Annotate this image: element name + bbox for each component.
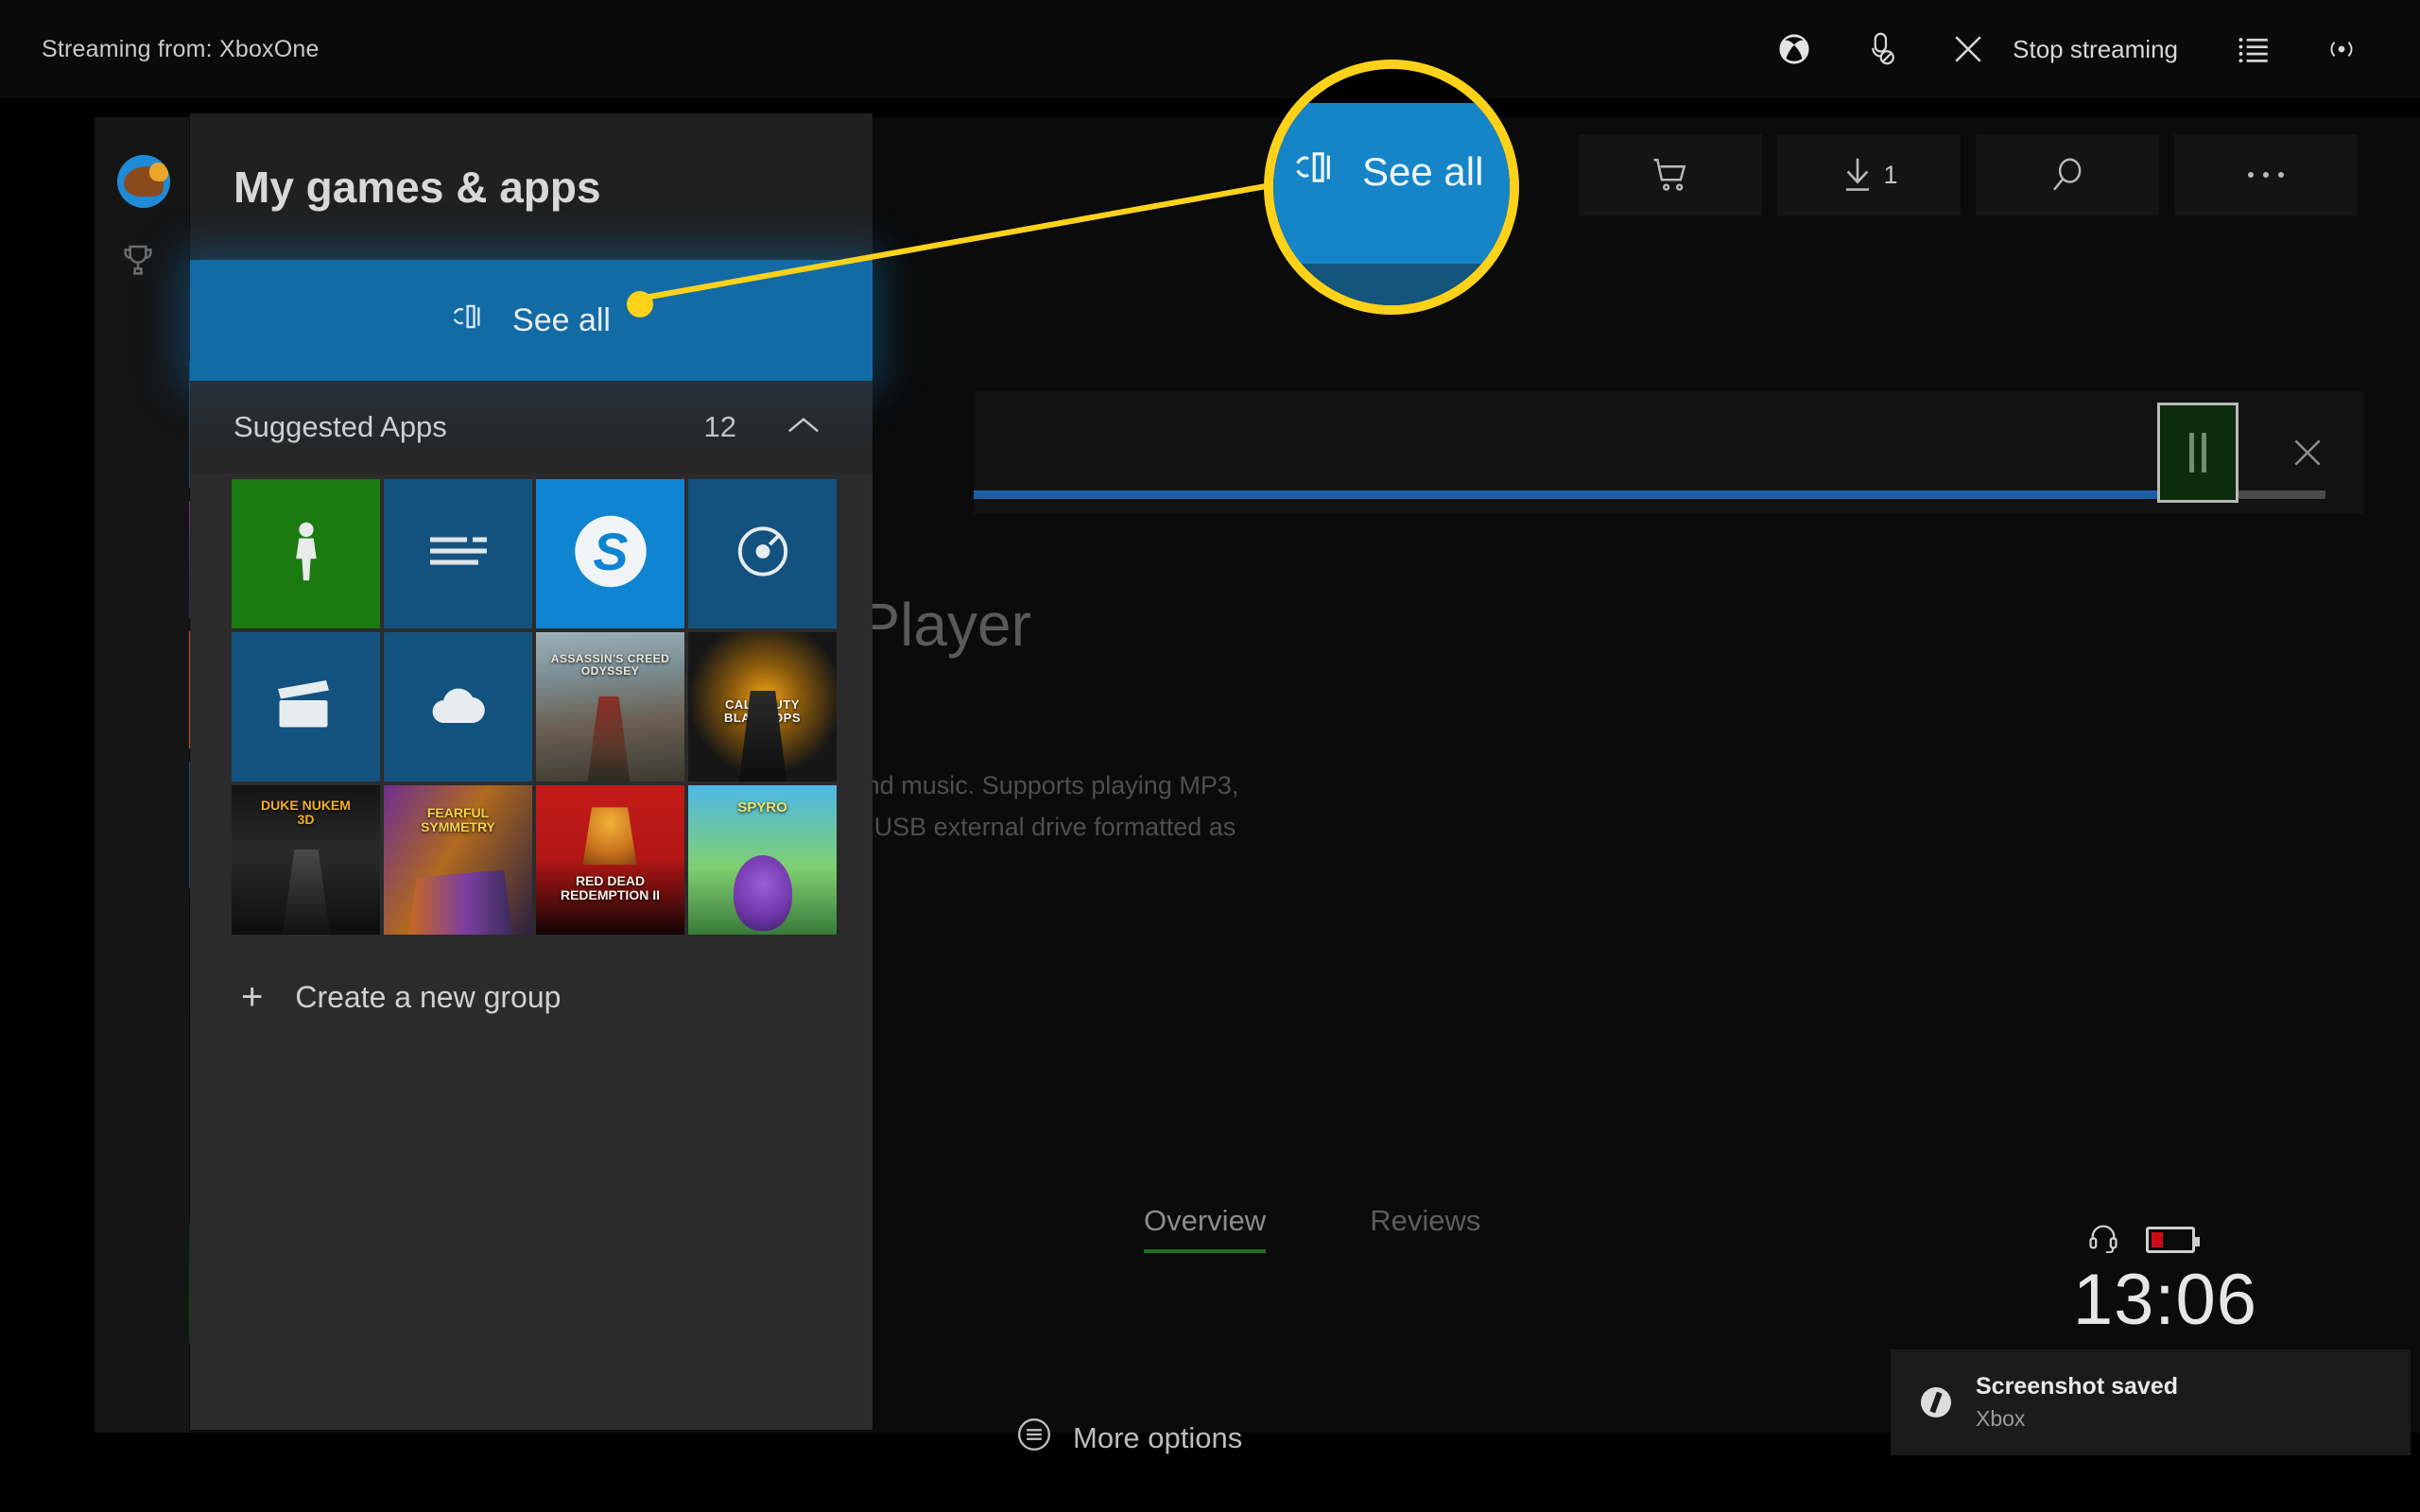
tile-spyro-reignited[interactable]: SPYRO xyxy=(688,785,837,935)
tile-onedrive[interactable] xyxy=(384,632,532,782)
tile-title: FEARFUL SYMMETRY xyxy=(421,805,495,834)
download-progress-strip xyxy=(974,391,2363,514)
download-progress-track xyxy=(974,490,2325,499)
suggested-apps-label: Suggested Apps xyxy=(233,410,447,443)
screen: Streaming from: XboxOne Stop streaming 1… xyxy=(0,0,2420,1512)
broadcast-icon[interactable] xyxy=(2297,0,2386,98)
stop-streaming-button[interactable]: Stop streaming xyxy=(2013,35,2210,64)
plus-icon: + xyxy=(241,976,264,1018)
streaming-bar-actions: Stop streaming xyxy=(1750,0,2386,98)
search-icon[interactable] xyxy=(1976,134,2159,215)
cart-icon[interactable] xyxy=(1579,134,1762,215)
tile-assassins-creed-odyssey[interactable]: ASSASSIN'S CREED ODYSSEY xyxy=(536,632,684,782)
flyout-title: My games & apps xyxy=(233,162,601,212)
battery-low-icon xyxy=(2146,1226,2200,1253)
tile-title: DUKE NUKEM 3D xyxy=(261,798,351,827)
cloud-icon xyxy=(427,684,490,730)
store-action-buttons: 1 xyxy=(1579,134,2358,215)
tab-reviews[interactable]: Reviews xyxy=(1370,1204,1480,1253)
downloads-button[interactable]: 1 xyxy=(1777,134,1961,215)
clock: 13:06 xyxy=(2072,1260,2257,1340)
pause-button[interactable] xyxy=(2157,403,2238,503)
callout-anchor-dot xyxy=(627,291,653,318)
more-options-icon xyxy=(1016,1417,1052,1460)
avatar[interactable] xyxy=(117,155,170,208)
more-options-label: More options xyxy=(1073,1421,1243,1454)
callout-label: See all xyxy=(1362,149,1484,194)
skype-icon: S xyxy=(572,513,649,595)
person-icon xyxy=(287,521,325,588)
flyout-header: My games & apps xyxy=(190,113,873,260)
list-icon[interactable] xyxy=(2210,0,2297,98)
tile-groove-music[interactable] xyxy=(688,479,837,628)
lines-icon xyxy=(429,535,487,574)
create-new-group-label: Create a new group xyxy=(295,979,562,1014)
tile-duke-nukem-3d[interactable]: DUKE NUKEM 3D xyxy=(232,785,380,935)
detail-tabs: Overview Reviews xyxy=(1144,1204,1480,1253)
create-new-group-button[interactable]: + Create a new group xyxy=(190,935,873,1016)
download-count: 1 xyxy=(1883,160,1898,189)
download-progress-fill xyxy=(974,490,2231,499)
see-all-icon xyxy=(1294,148,1338,196)
left-rail xyxy=(95,117,189,1433)
suggested-apps-grid: S ASSASSIN'S CREED ODYSSEY CALL·DUTY BLA… xyxy=(190,473,873,935)
tile-xbox-insider-hub[interactable] xyxy=(384,479,532,628)
tile-movies-and-tv[interactable] xyxy=(232,632,380,782)
tile-avatar-editor[interactable] xyxy=(232,479,380,628)
close-download-button[interactable] xyxy=(2290,435,2325,475)
suggested-apps-count: 12 xyxy=(703,410,736,443)
ellipsis-icon[interactable] xyxy=(2174,134,2358,215)
tile-call-of-duty-black-ops-4[interactable]: CALL·DUTY BLACK OPS xyxy=(688,632,837,782)
close-icon[interactable] xyxy=(1924,0,2013,98)
tile-title: RED DEAD REDEMPTION II xyxy=(560,873,660,902)
svg-text:S: S xyxy=(593,523,628,581)
microphone-muted-icon[interactable] xyxy=(1839,0,1924,98)
disc-icon xyxy=(735,524,790,584)
clapperboard-icon xyxy=(277,680,335,734)
tile-red-dead-redemption-2[interactable]: RED DEAD REDEMPTION II xyxy=(536,785,684,935)
tile-fearful-symmetry[interactable]: FEARFUL SYMMETRY xyxy=(384,785,532,935)
toast-subtitle: Xbox xyxy=(1976,1406,2026,1431)
see-all-icon xyxy=(452,301,486,340)
tile-title: CALL·DUTY BLACK OPS xyxy=(723,697,802,725)
trophy-icon[interactable] xyxy=(119,242,157,284)
xbox-logo-icon xyxy=(1921,1387,1951,1418)
headset-icon xyxy=(2087,1221,2119,1258)
my-games-and-apps-flyout: My games & apps See all Suggested Apps 1… xyxy=(190,113,873,1430)
tile-skype[interactable]: S xyxy=(536,479,684,628)
more-options-button[interactable]: More options xyxy=(1016,1417,1242,1460)
callout-magnifier: See all xyxy=(1264,60,1519,315)
streaming-source-label: Streaming from: XboxOne xyxy=(42,35,320,62)
status-icons xyxy=(2087,1221,2200,1258)
tile-title: ASSASSIN'S CREED ODYSSEY xyxy=(550,652,670,678)
suggested-apps-section-header[interactable]: Suggested Apps 12 xyxy=(190,381,873,473)
chevron-up-icon[interactable] xyxy=(786,414,821,441)
see-all-button[interactable]: See all xyxy=(190,260,873,381)
see-all-label: See all xyxy=(512,301,611,338)
streaming-bar: Streaming from: XboxOne Stop streaming xyxy=(0,0,2420,98)
tab-overview[interactable]: Overview xyxy=(1144,1204,1267,1253)
xbox-logo-icon[interactable] xyxy=(1750,0,1839,98)
tile-title: SPYRO xyxy=(737,799,787,816)
notification-toast[interactable]: Screenshot saved Xbox xyxy=(1891,1349,2411,1455)
toast-title: Screenshot saved xyxy=(1976,1373,2178,1400)
